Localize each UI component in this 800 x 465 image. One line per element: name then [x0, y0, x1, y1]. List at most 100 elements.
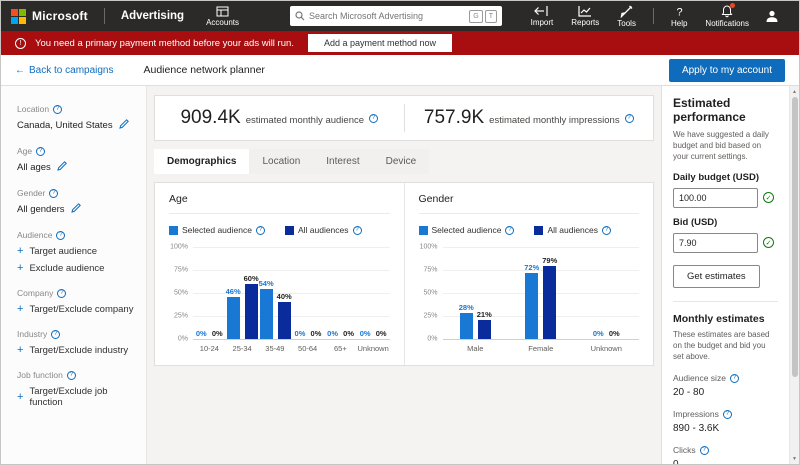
tab-location[interactable]: Location: [249, 149, 313, 174]
back-arrow-icon: ←: [15, 64, 25, 76]
help-circle-icon[interactable]: ?: [36, 146, 46, 156]
sidebar-add-link[interactable]: + Exclude audience: [17, 263, 138, 275]
estimate-stats-card: 909.4K estimated monthly audience? 757.9K e…: [154, 95, 654, 141]
bar-group: 0% 0%: [574, 247, 640, 339]
bid-label: Bid (USD): [673, 216, 718, 228]
bar[interactable]: 72%: [524, 263, 539, 339]
bar-value-label: 0%: [327, 329, 338, 338]
help-circle-icon[interactable]: ?: [369, 113, 379, 123]
search-box[interactable]: G T: [289, 6, 502, 26]
search-input[interactable]: [308, 11, 468, 21]
gridline: [442, 339, 639, 340]
help-circle-icon[interactable]: ?: [51, 329, 61, 339]
help-circle-icon[interactable]: ?: [66, 370, 76, 380]
sidebar-add-link[interactable]: + Target/Exclude industry: [17, 345, 138, 357]
tab-demographics[interactable]: Demographics: [154, 149, 250, 174]
stat-label: estimated monthly audience: [245, 115, 365, 126]
bid-input[interactable]: [673, 232, 758, 253]
bar[interactable]: 0%: [293, 329, 306, 339]
sidebar-add-link[interactable]: + Target/Exclude job function: [17, 386, 138, 408]
brand-name: Microsoft: [32, 9, 88, 23]
sidebar-add-link[interactable]: + Target/Exclude company: [17, 304, 138, 316]
bar[interactable]: 0%: [326, 329, 339, 339]
bar[interactable]: 0%: [309, 329, 322, 339]
scroll-up-arrow-icon[interactable]: ▲: [792, 86, 797, 97]
bar-value-label: 54%: [258, 279, 274, 289]
sidebar-section-label: Audience?: [17, 230, 138, 240]
help-circle-icon[interactable]: ?: [699, 445, 709, 455]
vertical-scrollbar[interactable]: ▲ ▼: [789, 86, 799, 464]
topbar-action-reports[interactable]: Reports: [571, 5, 599, 27]
x-category-label: Unknown: [590, 344, 622, 353]
help-circle-icon[interactable]: ?: [255, 225, 265, 235]
account-avatar[interactable]: [764, 8, 780, 24]
bar[interactable]: 54%: [259, 279, 274, 339]
tab-device[interactable]: Device: [373, 149, 430, 174]
scroll-down-arrow-icon[interactable]: ▼: [792, 453, 797, 464]
help-icon: ?: [676, 6, 682, 18]
bar[interactable]: 0%: [375, 329, 388, 339]
monthly-estimates-title: Monthly estimates: [673, 312, 765, 325]
bar[interactable]: 0%: [359, 329, 372, 339]
tab-interest[interactable]: Interest: [313, 149, 372, 174]
help-circle-icon[interactable]: ?: [53, 104, 63, 114]
edit-pencil-icon[interactable]: [70, 203, 81, 216]
monthly-item-label: Clicks?: [673, 445, 778, 455]
help-circle-icon[interactable]: ?: [722, 409, 732, 419]
scrollbar-thumb[interactable]: [791, 97, 798, 377]
topbar-action-tools[interactable]: Tools: [617, 5, 636, 28]
apply-to-account-button[interactable]: Apply to my account: [668, 58, 785, 82]
add-payment-method-button[interactable]: Add a payment method now: [307, 34, 453, 52]
bar[interactable]: 60%: [244, 274, 259, 339]
chart-y-axis: 100% 75% 50% 25% 0%: [169, 243, 193, 343]
help-circle-icon[interactable]: ?: [56, 230, 66, 240]
legend-swatch: [418, 225, 428, 235]
bar[interactable]: 0%: [592, 329, 605, 339]
x-category-label: Unknown: [357, 344, 389, 353]
edit-pencil-icon[interactable]: [57, 161, 67, 174]
daily-budget-input[interactable]: [673, 187, 758, 208]
help-circle-icon[interactable]: ?: [352, 225, 362, 235]
legend-item: Selected audience?: [418, 225, 515, 235]
bar[interactable]: 21%: [477, 310, 492, 339]
bar[interactable]: 28%: [459, 303, 474, 339]
plus-icon: +: [17, 390, 24, 403]
sidebar-section-value: Canada, United States: [17, 119, 138, 132]
help-circle-icon[interactable]: ?: [624, 113, 634, 123]
x-category-label: Female: [528, 344, 554, 353]
bar[interactable]: 0%: [211, 329, 224, 339]
help-circle-icon[interactable]: ?: [57, 288, 67, 298]
help-circle-icon[interactable]: ?: [49, 188, 59, 198]
notifications-menu[interactable]: Notifications: [705, 2, 749, 28]
bar[interactable]: 0%: [608, 329, 621, 339]
help-circle-icon[interactable]: ?: [505, 225, 515, 235]
y-tick-label: 100%: [170, 243, 188, 251]
sidebar-add-link[interactable]: + Target audience: [17, 246, 138, 258]
legend-label: All audiences: [297, 225, 349, 235]
edit-pencil-icon[interactable]: [118, 119, 129, 132]
help-menu[interactable]: ? Help: [671, 5, 687, 28]
y-tick-label: 100%: [419, 243, 438, 251]
bar[interactable]: 0%: [195, 329, 208, 339]
bar[interactable]: 79%: [542, 256, 557, 339]
help-circle-icon[interactable]: ?: [602, 225, 612, 235]
help-circle-icon[interactable]: ?: [729, 373, 739, 383]
stat-value: 757.9K: [423, 107, 485, 128]
legend-item: All audiences?: [534, 225, 612, 235]
panel-divider: [673, 300, 778, 302]
accounts-menu[interactable]: Accounts: [206, 6, 239, 27]
sidebar-section-industry: Industry? + Target/Exclude industry: [17, 329, 138, 356]
tools-icon: [620, 5, 633, 18]
bar[interactable]: 0%: [342, 329, 355, 339]
sidebar-link-label: Target/Exclude company: [29, 304, 134, 315]
accounts-label: Accounts: [206, 17, 239, 27]
sidebar-value-text: All genders: [17, 204, 65, 215]
topbar-action-import[interactable]: Import: [531, 5, 553, 27]
x-category-label: 65+: [334, 344, 347, 353]
get-estimates-button[interactable]: Get estimates: [673, 264, 760, 288]
bar[interactable]: 46%: [226, 287, 241, 339]
sidebar-label-text: Gender: [17, 188, 46, 198]
bar[interactable]: 40%: [277, 292, 292, 339]
estimated-performance-title: Estimated performance: [673, 96, 746, 124]
back-to-campaigns-link[interactable]: ← Back to campaigns: [15, 65, 114, 76]
